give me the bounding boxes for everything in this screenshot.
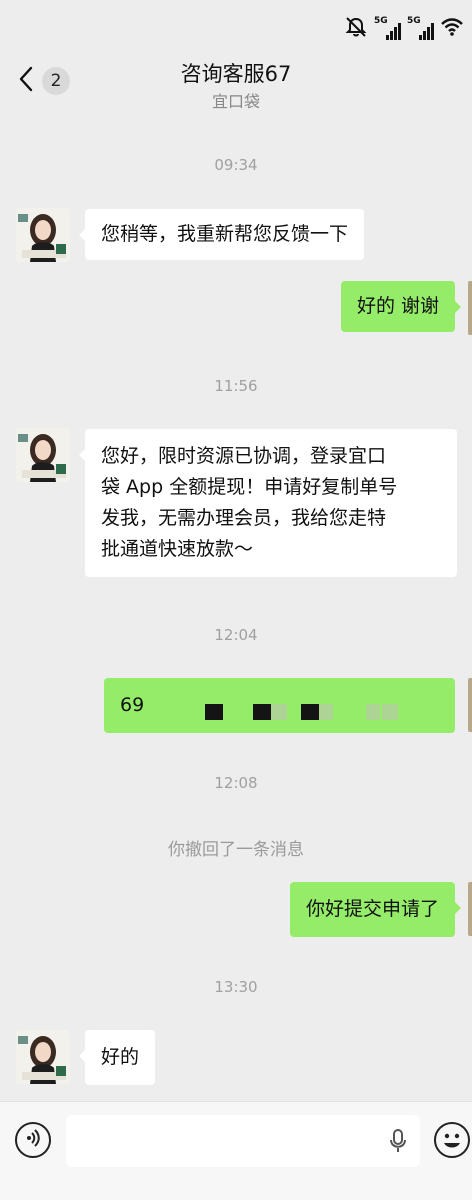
redaction-block	[382, 704, 398, 720]
message-text: 您稍等，我重新帮您反馈一下	[101, 223, 349, 245]
redaction-block	[205, 704, 223, 720]
timestamp: 11:56	[214, 377, 258, 395]
signal-strength-2: 5G	[407, 16, 434, 40]
recall-notice: 你撤回了一条消息	[168, 840, 304, 860]
message-input[interactable]	[66, 1115, 420, 1167]
voice-toggle-button[interactable]	[15, 1122, 51, 1158]
self-avatar[interactable]	[468, 281, 472, 335]
network-type-2: 5G	[407, 16, 421, 26]
message-text-line: 您好，限时资源已协调，登录宜口	[101, 445, 387, 467]
message-bubble-sent[interactable]: 好的 谢谢	[340, 281, 462, 332]
message-bubble-received[interactable]: 您稍等，我重新帮您反馈一下	[78, 209, 365, 260]
avatar[interactable]	[16, 208, 70, 262]
message-text: 你好提交申请了	[305, 898, 439, 920]
self-avatar[interactable]	[468, 678, 472, 732]
timestamp: 12:08	[214, 774, 258, 792]
message-text: 好的 谢谢	[356, 295, 439, 317]
emoji-button[interactable]	[434, 1122, 470, 1158]
timestamp: 12:04	[214, 626, 258, 644]
message-bubble-received[interactable]: 您好，限时资源已协调，登录宜口 袋 App 全额提现！申请好复制单号 发我，无需…	[79, 429, 457, 577]
chat-subtitle: 宜口袋	[211, 92, 260, 111]
wifi-icon	[440, 17, 464, 41]
message-bubble-received[interactable]: 好的	[78, 1030, 156, 1085]
message-text-line: 发我，无需办理会员，我给您走特	[101, 507, 387, 529]
timestamp: 09:34	[214, 156, 258, 174]
message-text: 69	[120, 694, 145, 716]
status-bar: 5G 5G	[0, 0, 472, 56]
input-bar	[0, 1101, 472, 1200]
timestamp: 13:30	[214, 978, 258, 996]
message-bubble-sent[interactable]: 你好提交申请了	[289, 882, 462, 937]
avatar[interactable]	[16, 1030, 70, 1084]
redaction-block	[253, 704, 271, 720]
chat-title: 咨询客服67	[180, 62, 292, 86]
network-type-1: 5G	[374, 16, 388, 26]
message-text-line: 批通道快速放款～	[101, 538, 254, 560]
status-icons: 5G 5G	[344, 16, 464, 42]
redaction-block	[319, 704, 333, 720]
self-avatar[interactable]	[468, 882, 472, 936]
message-text: 好的	[101, 1046, 140, 1068]
redaction-block	[366, 704, 380, 720]
bell-slash-icon	[344, 16, 368, 42]
message-bubble-sent[interactable]: 69	[104, 678, 455, 733]
redaction-block	[301, 704, 319, 720]
avatar[interactable]	[16, 428, 70, 482]
signal-strength-1: 5G	[374, 16, 401, 40]
voice-icon	[23, 1128, 43, 1152]
emoji-icon	[436, 1133, 468, 1160]
message-text-line: 袋 App 全额提现！申请好复制单号	[101, 476, 398, 498]
chat-header: 2 咨询客服67 宜口袋	[0, 56, 472, 116]
redaction-block	[271, 704, 287, 720]
microphone-icon[interactable]	[390, 1129, 406, 1157]
